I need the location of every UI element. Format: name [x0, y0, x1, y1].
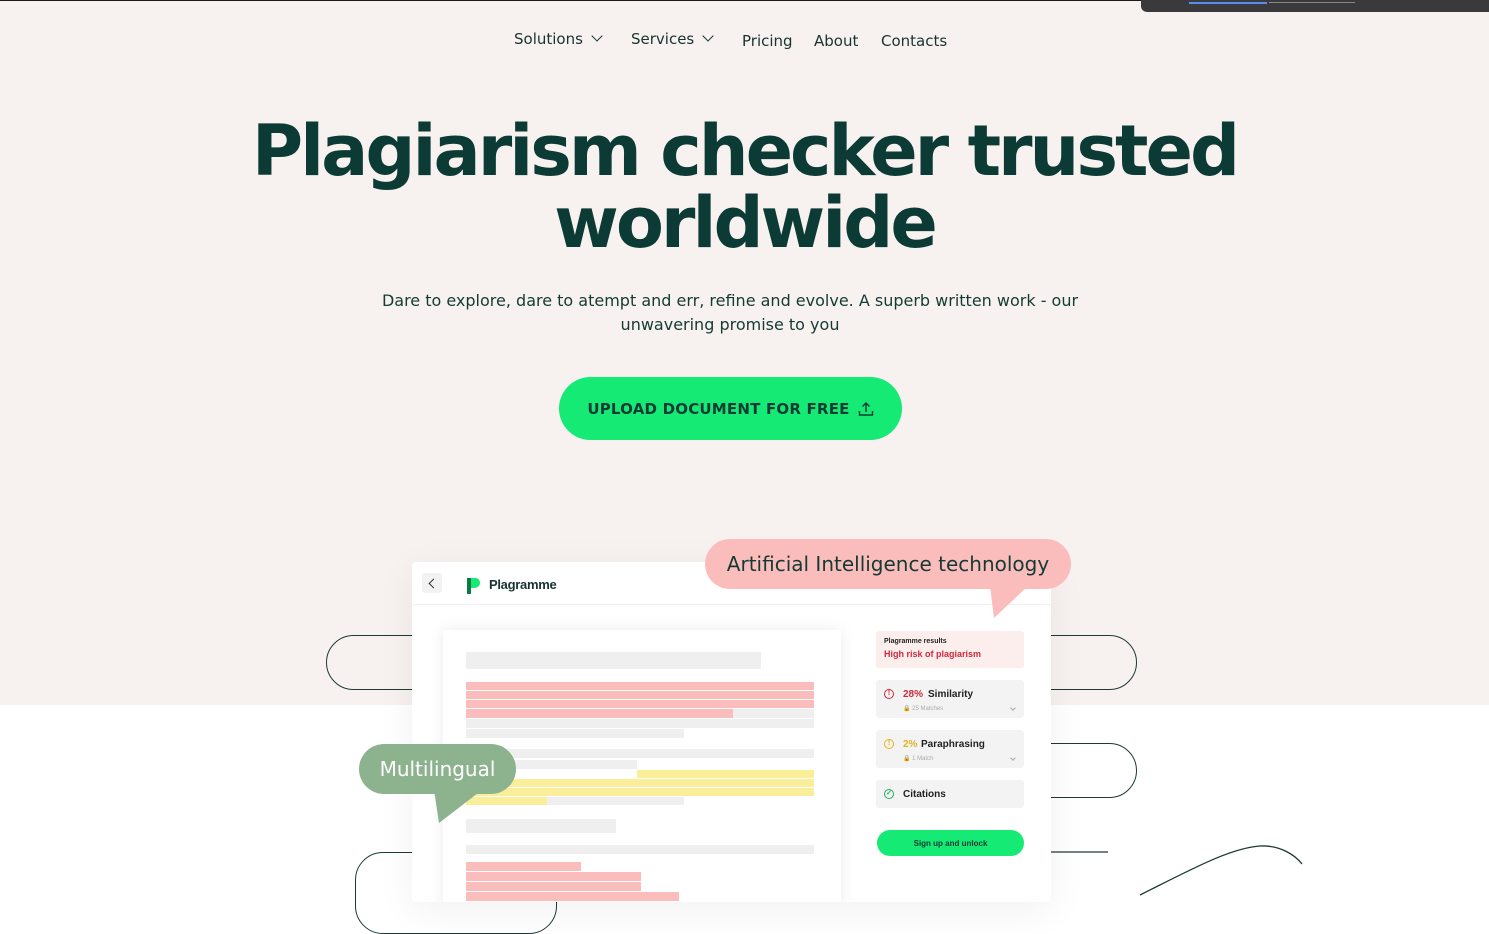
paraphrasing-matches: 🔒 1 Match	[903, 755, 934, 762]
hero-subtitle: Dare to explore, dare to atempt and err,…	[360, 289, 1100, 337]
chevron-down-icon	[591, 30, 603, 42]
chevron-down-icon	[1010, 705, 1016, 711]
doc-line-plagiarism	[466, 691, 814, 699]
main-nav: Solutions Services Pricing About Contact…	[0, 30, 1489, 54]
hero-subtitle-line1: Dare to explore, dare to atempt and err,…	[381, 291, 1079, 310]
ai-technology-bubble: Artificial Intelligence technology	[705, 539, 1071, 589]
paraphrasing-label: Paraphrasing	[921, 739, 985, 750]
doc-line-plagiarism	[466, 700, 814, 708]
ai-bubble-tail	[990, 586, 1028, 618]
sign-up-unlock-button[interactable]: Sign up and unlock	[877, 830, 1024, 856]
chevron-down-icon	[702, 30, 714, 42]
doc-line-paraphrase	[637, 770, 814, 778]
similarity-label: Similarity	[928, 689, 974, 700]
doc-line	[466, 652, 761, 669]
similarity-card[interactable]: ! 28% Similarity 🔒 25 Matches	[876, 680, 1024, 718]
doc-line	[466, 749, 814, 758]
similarity-matches-text: 25 Matches	[912, 706, 944, 712]
nav-solutions[interactable]: Solutions	[514, 30, 603, 48]
nav-contacts[interactable]: Contacts	[881, 32, 947, 50]
chevron-down-icon	[1010, 755, 1016, 761]
hero-title-line1: Plagiarism checker trusted	[251, 110, 1240, 192]
similarity-matches: 🔒 25 Matches	[903, 705, 943, 712]
nav-about[interactable]: About	[814, 32, 858, 50]
hero-subtitle-line2: unwavering promise to you	[620, 315, 840, 334]
citations-label: Citations	[903, 789, 946, 800]
check-circle-icon: ✓	[884, 789, 894, 799]
paraphrasing-percent: 2%	[903, 739, 918, 750]
doc-line	[547, 797, 684, 805]
doc-line	[733, 709, 814, 718]
risk-status: High risk of plagiarism	[884, 649, 982, 659]
extension-divider	[1269, 2, 1355, 3]
app-brand-name: Plagramme	[489, 577, 557, 592]
multilingual-bubble: Multilingual	[359, 744, 516, 794]
doc-line-plagiarism	[466, 882, 641, 891]
lock-icon: 🔒	[903, 756, 911, 762]
app-preview-card: Plagramme Plagramme results High risk of…	[412, 562, 1051, 902]
hero-title: Plagiarism checker trusted worldwide	[0, 115, 1489, 259]
doc-line	[466, 819, 616, 833]
paraphrasing-matches-text: 1 Match	[912, 756, 934, 762]
lock-icon: 🔒	[903, 706, 911, 712]
paraphrasing-card[interactable]: ! 2% Paraphrasing 🔒 1 Match	[876, 730, 1024, 768]
upload-icon	[858, 401, 873, 416]
doc-line-plagiarism	[466, 709, 733, 718]
warning-icon: !	[884, 739, 894, 749]
back-button[interactable]	[422, 573, 442, 593]
doc-line-plagiarism	[466, 682, 814, 690]
doc-line-paraphrase	[466, 779, 814, 787]
doc-line-plagiarism	[466, 862, 581, 871]
doc-line	[466, 719, 814, 728]
similarity-percent: 28%	[903, 689, 924, 700]
nav-pricing[interactable]: Pricing	[742, 32, 793, 50]
doc-line	[466, 729, 684, 738]
results-header: Plagramme results High risk of plagiaris…	[876, 631, 1024, 668]
results-title: Plagramme results	[884, 638, 947, 645]
chevron-left-icon	[428, 578, 439, 588]
nav-services[interactable]: Services	[631, 30, 714, 48]
browser-extension-bar	[1141, 0, 1489, 12]
doc-line-paraphrase	[466, 788, 814, 796]
citations-card[interactable]: ✓ Citations	[876, 780, 1024, 808]
hero-title-line2: worldwide	[554, 182, 938, 264]
nav-solutions-label: Solutions	[514, 30, 583, 48]
plagramme-logo-icon	[467, 578, 480, 594]
extension-progress-indicator	[1189, 2, 1267, 4]
upload-button-label: UPLOAD DOCUMENT FOR FREE	[587, 399, 850, 418]
doc-line-plagiarism	[466, 872, 641, 881]
alert-icon: !	[884, 689, 894, 699]
upload-document-button[interactable]: UPLOAD DOCUMENT FOR FREE	[559, 377, 902, 440]
nav-services-label: Services	[631, 30, 695, 48]
doc-line	[466, 845, 814, 854]
multilingual-bubble-tail	[434, 790, 482, 823]
doc-line-plagiarism	[466, 892, 679, 901]
